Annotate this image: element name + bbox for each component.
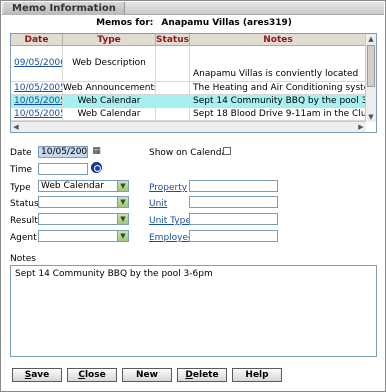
scroll-thumb[interactable] <box>367 45 375 87</box>
type-select-value: Web Calendar <box>41 181 104 191</box>
row-type: Web Calendar <box>63 108 156 120</box>
row-type: Web Calendar <box>63 95 156 107</box>
result-select[interactable]: ▼ <box>38 213 129 225</box>
column-header-type[interactable]: Type <box>63 34 156 46</box>
agent-select[interactable]: ▼ <box>38 230 129 242</box>
title-bar: Memo Information <box>2 2 384 15</box>
chevron-down-icon[interactable]: ▼ <box>117 214 128 224</box>
window-title: Memo Information <box>4 2 125 15</box>
row-type: Web Description <box>63 46 156 81</box>
scroll-right-arrow-icon[interactable]: ▶ <box>356 122 366 132</box>
scroll-down-arrow-icon[interactable]: ▼ <box>366 112 376 122</box>
row-date-link[interactable]: 10/05/2005 <box>11 82 63 94</box>
notes-textarea[interactable]: Sept 14 Community BBQ by the pool 3-6pm <box>10 265 377 357</box>
chevron-down-icon[interactable]: ▼ <box>117 231 128 241</box>
close-button[interactable]: Close <box>67 368 117 382</box>
grid-header: Date Type Status Notes <box>11 34 366 46</box>
date-field[interactable]: 10/05/2005 <box>38 146 88 158</box>
agent-label: Agent <box>10 233 37 243</box>
row-status <box>156 108 190 120</box>
property-field[interactable] <box>189 180 278 192</box>
help-button[interactable]: Help <box>232 368 282 382</box>
scroll-left-arrow-icon[interactable]: ◀ <box>11 122 21 132</box>
row-status <box>156 95 190 107</box>
notes-label: Notes <box>10 254 36 264</box>
row-notes: Sept 18 Blood Drive 9-11am in the Clubho <box>193 109 366 119</box>
status-label: Status <box>10 199 39 209</box>
table-row[interactable]: 10/05/2005 Web Calendar Sept 18 Blood Dr… <box>11 108 366 121</box>
memo-window: Memo Information Memos for: Anapamu Villa… <box>0 0 386 392</box>
scroll-up-arrow-icon[interactable]: ▲ <box>366 34 376 44</box>
unit-link[interactable]: Unit <box>149 199 167 209</box>
unit-type-field[interactable] <box>189 213 278 225</box>
row-status <box>156 46 190 81</box>
save-label: ave <box>31 370 50 380</box>
employee-field[interactable] <box>189 230 278 242</box>
row-type: Web Announcements <box>63 82 156 94</box>
status-select[interactable]: ▼ <box>38 196 129 208</box>
row-notes: Anapamu Villas is conviently located <box>193 69 359 79</box>
table-row[interactable]: 09/05/2006 Web Description Anapamu Villa… <box>11 46 366 82</box>
result-label: Result <box>10 216 38 226</box>
row-notes: The Heating and Air Conditioning systems <box>193 83 366 93</box>
row-notes: Sept 14 Community BBQ by the pool 3-6pm <box>193 96 366 106</box>
type-select[interactable]: Web Calendar ▼ <box>38 180 129 192</box>
close-label: lose <box>84 370 106 380</box>
memo-grid: Date Type Status Notes 09/05/2006 Web De… <box>10 33 377 133</box>
delete-mnemonic: D <box>185 370 193 380</box>
employee-link[interactable]: Employee <box>149 233 194 243</box>
grid-body: 09/05/2006 Web Description Anapamu Villa… <box>11 46 366 122</box>
time-label: Time <box>10 165 33 175</box>
delete-button[interactable]: Delete <box>177 368 227 382</box>
unit-field[interactable] <box>189 196 278 208</box>
calendar-icon[interactable]: ▦ <box>91 146 102 156</box>
table-row-selected[interactable]: 10/05/2005 Web Calendar Sept 14 Communit… <box>11 95 366 108</box>
show-calendar-checkbox[interactable] <box>223 147 231 155</box>
column-header-status[interactable]: Status <box>156 34 190 46</box>
type-label: Type <box>10 183 31 193</box>
delete-label: elete <box>192 370 219 380</box>
column-header-notes[interactable]: Notes <box>190 34 366 46</box>
chevron-down-icon[interactable]: ▼ <box>117 181 128 191</box>
table-row[interactable]: 10/05/2005 Web Announcements The Heating… <box>11 82 366 95</box>
memos-for-property: Anapamu Villas (ares319) <box>161 18 292 28</box>
row-date-link[interactable]: 10/05/2005 <box>11 95 63 107</box>
memos-for-heading: Memos for: Anapamu Villas (ares319) <box>1 18 386 28</box>
show-calendar-label: Show on Calendar <box>149 148 231 158</box>
property-link[interactable]: Property <box>149 183 187 193</box>
row-status <box>156 82 190 94</box>
row-date-link[interactable]: 09/05/2006 <box>11 46 63 81</box>
chevron-down-icon[interactable]: ▼ <box>117 197 128 207</box>
grid-horizontal-scrollbar[interactable]: ◀ ▶ <box>11 121 366 132</box>
time-field[interactable] <box>38 163 88 175</box>
date-label: Date <box>10 148 32 158</box>
unit-type-link[interactable]: Unit Type <box>149 216 191 226</box>
row-date-link[interactable]: 10/05/2005 <box>11 108 63 120</box>
clock-icon[interactable] <box>91 162 102 173</box>
save-button[interactable]: Save <box>12 368 62 382</box>
grid-vertical-scrollbar[interactable]: ▲ ▼ <box>365 34 376 122</box>
column-header-date[interactable]: Date <box>11 34 63 46</box>
memos-for-label: Memos for: <box>96 18 154 28</box>
close-mnemonic: C <box>78 370 85 380</box>
new-button[interactable]: New <box>122 368 172 382</box>
